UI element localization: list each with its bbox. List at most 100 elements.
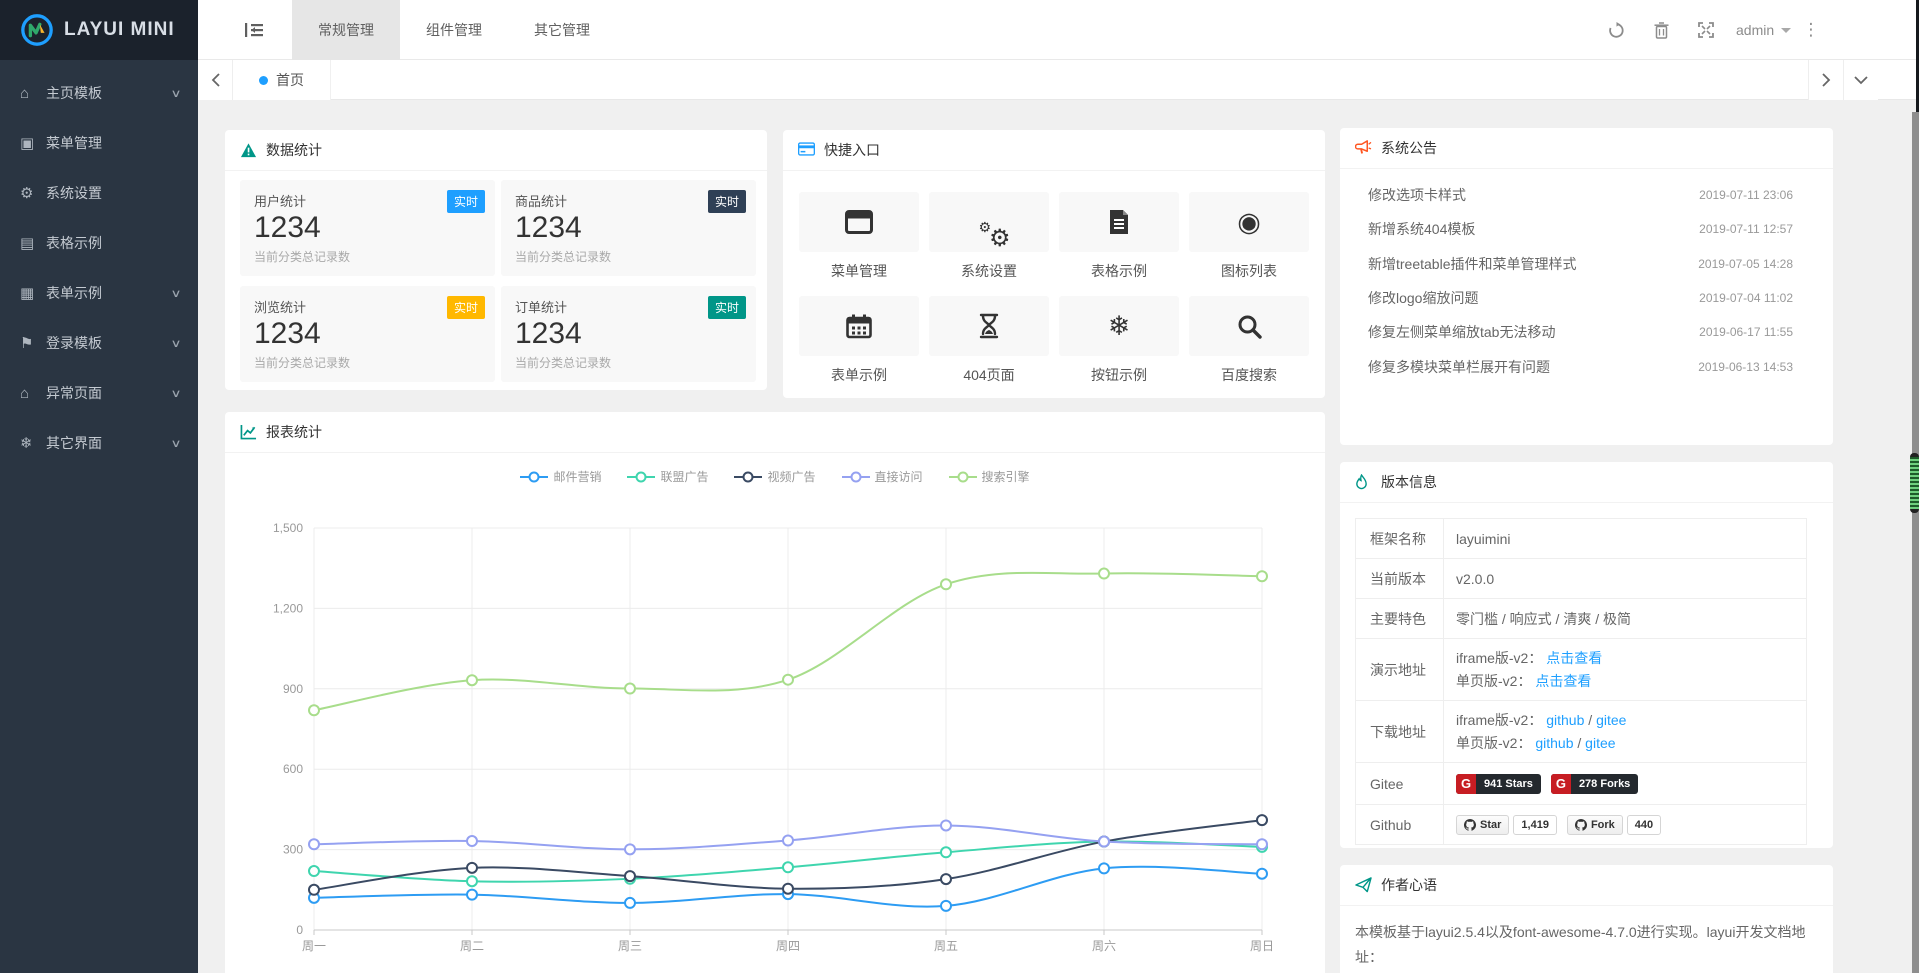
notice-item[interactable]: 新增treetable插件和菜单管理样式2019-07-05 14:28 xyxy=(1368,249,1793,279)
sidebar-item-登录模板[interactable]: ⚑登录模板∨ xyxy=(0,318,198,368)
sidebar-item-异常页面[interactable]: ⌂异常页面∨ xyxy=(0,368,198,418)
link-github[interactable]: github xyxy=(1535,735,1573,751)
sidebar-item-系统设置[interactable]: ⚙系统设置 xyxy=(0,168,198,218)
notice-item[interactable]: 修复左侧菜单缩放tab无法移动2019-06-17 11:55 xyxy=(1368,317,1793,347)
notice-item[interactable]: 修复多模块菜单栏展开有问题2019-06-13 14:53 xyxy=(1368,352,1793,382)
version-label: Github xyxy=(1356,805,1444,844)
scrollbar-thumb[interactable] xyxy=(1910,453,1919,513)
quick-entry-label: 菜单管理 xyxy=(799,261,919,281)
stat-desc: 当前分类总记录数 xyxy=(254,248,481,265)
data-point xyxy=(941,874,951,884)
data-point xyxy=(309,866,319,876)
x-tick-label: 周日 xyxy=(1250,939,1274,953)
data-point xyxy=(941,579,951,589)
user-caret-icon xyxy=(1781,28,1791,38)
realtime-badge: 实时 xyxy=(708,190,746,213)
github-fork-count[interactable]: 440 xyxy=(1627,815,1661,835)
github-star-count[interactable]: 1,419 xyxy=(1513,815,1557,835)
top-header: 常规管理组件管理其它管理 admin ⋮ xyxy=(198,0,1919,60)
quick-entry-菜单管理[interactable]: 菜单管理 xyxy=(799,192,919,281)
sidebar-item-其它界面[interactable]: ❄其它界面∨ xyxy=(0,418,198,468)
hourglass-icon xyxy=(978,313,1000,339)
link-github[interactable]: github xyxy=(1546,712,1584,728)
scrollbar-track[interactable] xyxy=(1912,112,1919,973)
notice-item[interactable]: 新增系统404模板2019-07-11 12:57 xyxy=(1368,214,1793,244)
tabs-scroll-right-icon[interactable] xyxy=(1808,60,1843,100)
link-gitee[interactable]: gitee xyxy=(1596,712,1626,728)
sidebar-item-表格示例[interactable]: ▤表格示例 xyxy=(0,218,198,268)
sidebar-collapse-icon[interactable] xyxy=(232,0,276,60)
author-line1: 本模板基于layui2.5.4以及font-awesome-4.7.0进行实现。… xyxy=(1355,920,1818,970)
link-点击查看[interactable]: 点击查看 xyxy=(1535,673,1591,689)
tabs-dropdown-icon[interactable] xyxy=(1843,60,1878,100)
window-icon xyxy=(845,210,873,234)
logo[interactable]: LAYUI MINI xyxy=(0,0,198,60)
data-point xyxy=(1257,815,1267,825)
data-point xyxy=(1257,571,1267,581)
github-star-button[interactable]: Star xyxy=(1456,815,1509,835)
sidebar-item-表单示例[interactable]: ▦表单示例∨ xyxy=(0,268,198,318)
data-point xyxy=(467,836,477,846)
sidebar-nav: ⌂主页模板∨▣菜单管理⚙系统设置▤表格示例▦表单示例∨⚑登录模板∨⌂异常页面∨❄… xyxy=(0,60,198,468)
data-point xyxy=(1257,839,1267,849)
sidebar-item-菜单管理[interactable]: ▣菜单管理 xyxy=(0,118,198,168)
page-tabbar: 首页 xyxy=(198,60,1919,100)
sidebar-item-label: 其它界面 xyxy=(46,433,102,453)
quick-entry-label: 表单示例 xyxy=(799,365,919,385)
home-icon: ⌂ xyxy=(20,385,46,402)
data-point xyxy=(625,844,635,854)
github-fork-button[interactable]: Fork xyxy=(1567,815,1623,835)
data-point xyxy=(1257,869,1267,879)
quick-entry-图标列表[interactable]: ◉ 图标列表 xyxy=(1189,192,1309,281)
chevron-down-icon: ∨ xyxy=(170,337,181,350)
module-tab-组件管理[interactable]: 组件管理 xyxy=(400,0,508,60)
quick-entry-按钮示例[interactable]: ❄按钮示例 xyxy=(1059,296,1179,385)
credit-card-icon xyxy=(798,142,815,159)
version-label: 演示地址 xyxy=(1356,639,1444,700)
link-点击查看[interactable]: 点击查看 xyxy=(1546,650,1602,666)
quick-entry-系统设置[interactable]: ⚙⚙系统设置 xyxy=(929,192,1049,281)
notice-date: 2019-07-05 14:28 xyxy=(1698,257,1793,271)
version-link-line: 单页版-v2： 点击查看 xyxy=(1456,671,1794,691)
dot-circle-icon: ◉ xyxy=(1237,209,1261,236)
clear-cache-trash-icon[interactable] xyxy=(1643,0,1679,60)
version-row-Github: Github Star1,419 Fork440 xyxy=(1356,805,1806,845)
tabs-scroll-left-icon[interactable] xyxy=(198,60,233,100)
x-tick-label: 周六 xyxy=(1092,939,1116,953)
active-tab-dot xyxy=(259,76,268,85)
module-tab-常规管理[interactable]: 常规管理 xyxy=(292,0,400,60)
notice-title: 新增系统404模板 xyxy=(1368,219,1475,239)
notice-item[interactable]: 修改logo缩放问题2019-07-04 11:02 xyxy=(1368,283,1793,313)
quick-entry-百度搜索[interactable]: 百度搜索 xyxy=(1189,296,1309,385)
quick-entry-表单示例[interactable]: 表单示例 xyxy=(799,296,919,385)
version-row-Gitee: GiteeG941 StarsG278 Forks xyxy=(1356,763,1806,805)
stat-value: 1234 xyxy=(515,211,742,245)
quick-entry-label: 图标列表 xyxy=(1189,261,1309,281)
gitee-badge[interactable]: G278 Forks xyxy=(1551,774,1638,794)
y-tick-label: 600 xyxy=(283,762,303,776)
data-point xyxy=(941,901,951,911)
quick-entry-表格示例[interactable]: 表格示例 xyxy=(1059,192,1179,281)
fullscreen-icon[interactable] xyxy=(1688,0,1724,60)
notice-item[interactable]: 修改选项卡样式2019-07-11 23:06 xyxy=(1368,180,1793,210)
panel-title: 作者心语 xyxy=(1381,875,1437,895)
refresh-icon[interactable] xyxy=(1598,0,1634,60)
link-gitee[interactable]: gitee xyxy=(1585,735,1615,751)
data-point xyxy=(625,684,635,694)
more-options-icon[interactable]: ⋮ xyxy=(1793,0,1829,60)
gitee-badge[interactable]: G941 Stars xyxy=(1456,774,1541,794)
version-row-框架名称: 框架名称layuimini xyxy=(1356,519,1806,559)
notice-title: 修复左侧菜单缩放tab无法移动 xyxy=(1368,322,1555,342)
stat-card-用户统计: 用户统计实时1234当前分类总记录数 xyxy=(240,180,495,276)
tab-home[interactable]: 首页 xyxy=(233,60,331,100)
user-menu[interactable]: admin xyxy=(1736,0,1791,60)
module-tab-其它管理[interactable]: 其它管理 xyxy=(508,0,616,60)
version-value: v2.0.0 xyxy=(1456,571,1794,587)
panel-title: 快捷入口 xyxy=(824,140,880,160)
data-point xyxy=(941,820,951,830)
username: admin xyxy=(1736,22,1774,38)
quick-entry-404页面[interactable]: 404页面 xyxy=(929,296,1049,385)
sidebar-item-主页模板[interactable]: ⌂主页模板∨ xyxy=(0,68,198,118)
notice-date: 2019-07-04 11:02 xyxy=(1699,291,1793,305)
github-octocat-icon xyxy=(1575,819,1587,831)
